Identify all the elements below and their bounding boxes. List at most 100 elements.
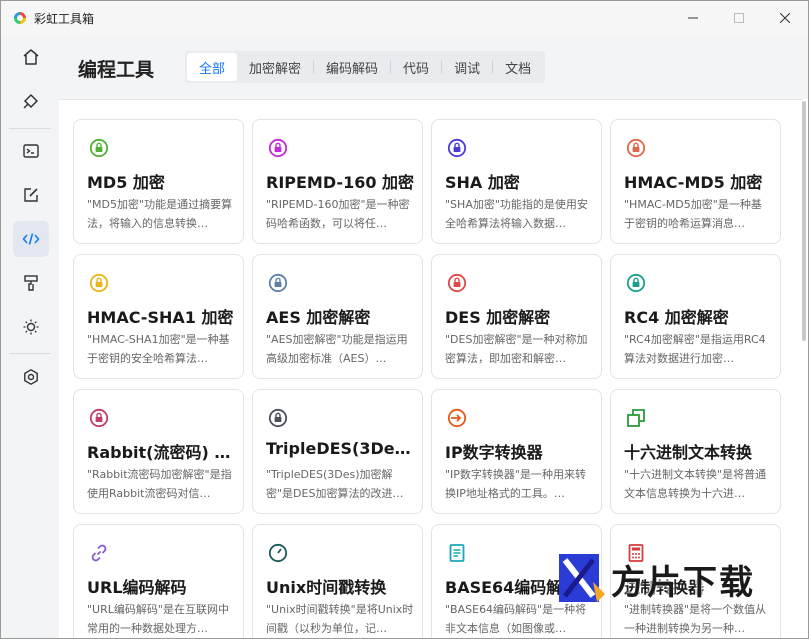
lock-icon	[89, 273, 109, 293]
tab-docs[interactable]: 文档	[493, 53, 543, 81]
card-title: RC4 加密解密	[624, 308, 729, 327]
card-title: URL编码解码	[87, 578, 187, 597]
sun-icon	[23, 319, 39, 335]
card-title: IP数字转换器	[445, 443, 543, 462]
maximize-button[interactable]	[716, 1, 762, 35]
card-description: "RC4加密解密"是指运用RC4算法对数据进行加密…	[624, 333, 766, 365]
minimize-button[interactable]	[670, 1, 716, 35]
page-title: 编程工具	[78, 59, 155, 81]
card-icon-wrap	[446, 137, 468, 159]
sidebar-item-bucket[interactable]	[13, 83, 49, 119]
edit-icon	[24, 188, 38, 202]
card-icon-wrap	[446, 407, 468, 429]
card-description: "Unix时间戳转换"是将Unix时间戳（以秒为单位，记…	[266, 603, 414, 635]
tab-encrypt-decrypt[interactable]: 加密解密	[237, 53, 313, 81]
app-logo-icon	[14, 12, 26, 24]
card-title: HMAC-SHA1 加密	[87, 308, 234, 327]
card-description: "SHA加密"功能指的是使用安全哈希算法将输入数据…	[445, 198, 588, 230]
sidebar-item-home[interactable]	[13, 39, 49, 75]
minimize-icon	[688, 17, 698, 19]
card-title: SHA 加密	[445, 173, 520, 192]
card-description: "DES加密解密"是一种对称加密算法，即加密和解密…	[445, 333, 588, 365]
card-title: DES 加密解密	[445, 308, 551, 327]
sidebar-item-settings[interactable]	[13, 359, 49, 395]
tool-card[interactable]: Rabbit(流密码) … "Rabbit流密码加密解密"是指使用Rabbit流密…	[73, 389, 244, 514]
paint-roller-icon	[24, 275, 38, 291]
card-title: Rabbit(流密码) …	[87, 443, 231, 462]
tab-code[interactable]: 代码	[391, 53, 441, 81]
card-description: "IP数字转换器"是一种用来转换IP地址格式的工具。…	[445, 468, 586, 500]
tool-card[interactable]: HMAC-SHA1 加密 "HMAC-SHA1加密"是一种基于密钥的安全哈希算法…	[73, 254, 244, 379]
sidebar-item-code[interactable]	[13, 221, 49, 257]
document-icon	[449, 544, 465, 562]
card-description: "MD5加密"功能是通过摘要算法，将输入的信息转换…	[87, 198, 233, 230]
card-title: AES 加密解密	[266, 308, 371, 327]
card-icon-wrap	[446, 542, 468, 564]
card-icon-wrap	[446, 272, 468, 294]
window-controls	[670, 1, 808, 35]
card-icon-wrap	[267, 137, 289, 159]
title-bar: 彩虹工具箱	[1, 1, 808, 35]
tool-card[interactable]: DES 加密解密 "DES加密解密"是一种对称加密算法，即加密和解密…	[431, 254, 602, 379]
sidebar-divider	[9, 353, 51, 354]
tool-card[interactable]: HMAC-MD5 加密 "HMAC-MD5加密"是一种基于密钥的哈希运算消息…	[610, 119, 781, 244]
card-icon-wrap	[267, 272, 289, 294]
lock-icon	[447, 273, 467, 293]
card-icon-wrap	[625, 137, 647, 159]
card-title: TripleDES(3Des)…	[266, 439, 416, 458]
tool-card[interactable]: IP数字转换器 "IP数字转换器"是一种用来转换IP地址格式的工具。…	[431, 389, 602, 514]
terminal-icon	[23, 144, 39, 158]
sidebar-item-theme[interactable]	[13, 309, 49, 345]
sidebar-divider	[9, 128, 51, 129]
link-icon	[91, 544, 107, 562]
copy-icon	[627, 409, 645, 427]
tool-card[interactable]: MD5 加密 "MD5加密"功能是通过摘要算法，将输入的信息转换…	[73, 119, 244, 244]
close-icon	[780, 13, 790, 23]
bucket-icon	[23, 93, 39, 109]
tool-card[interactable]: TripleDES(3Des)… "TripleDES(3Des)加密解密"是DE…	[252, 389, 423, 514]
sidebar-item-terminal[interactable]	[13, 133, 49, 169]
card-title: HMAC-MD5 加密	[624, 173, 763, 192]
tab-debug[interactable]: 调试	[442, 53, 492, 81]
lock-icon	[89, 138, 109, 158]
card-description: "TripleDES(3Des)加密解密"是DES加密算法的改进…	[266, 468, 404, 500]
tool-card[interactable]: RIPEMD-160 加密 "RIPEMD-160加密"是一种密码哈希函数，可以将…	[252, 119, 423, 244]
tool-card[interactable]: SHA 加密 "SHA加密"功能指的是使用安全哈希算法将输入数据…	[431, 119, 602, 244]
page-header: 编程工具 全部 加密解密 编码解码 代码 调试 文档	[59, 35, 808, 99]
card-icon-wrap	[625, 272, 647, 294]
vertical-scrollbar[interactable]	[802, 101, 806, 341]
tool-card[interactable]: URL编码解码 "URL编码解码"是在互联网中常用的一种数据处理方…	[73, 524, 244, 638]
clock-icon	[268, 543, 288, 563]
card-icon-wrap	[88, 407, 110, 429]
lock-icon	[626, 273, 646, 293]
card-title: RIPEMD-160 加密	[266, 173, 415, 192]
card-description: "RIPEMD-160加密"是一种密码哈希函数，可以将任…	[266, 198, 410, 230]
tool-card[interactable]: RC4 加密解密 "RC4加密解密"是指运用RC4算法对数据进行加密…	[610, 254, 781, 379]
lock-icon	[447, 138, 467, 158]
login-icon	[447, 408, 467, 428]
card-description: "AES加密解密"功能是指运用高级加密标准（AES）…	[266, 333, 408, 365]
lock-icon	[626, 138, 646, 158]
tool-card[interactable]: 十六进制文本转换 "十六进制文本转换"是将普通文本信息转换为十六进…	[610, 389, 781, 514]
sidebar-item-paint[interactable]	[13, 265, 49, 301]
card-description: "HMAC-SHA1加密"是一种基于密钥的安全哈希算法…	[87, 333, 230, 365]
lock-icon	[268, 138, 288, 158]
home-icon	[23, 49, 39, 65]
lock-icon	[268, 273, 288, 293]
watermark-text: 方片下载	[611, 562, 755, 603]
sidebar-item-edit[interactable]	[13, 177, 49, 213]
card-icon-wrap	[88, 542, 110, 564]
tool-card[interactable]: AES 加密解密 "AES加密解密"功能是指运用高级加密标准（AES）…	[252, 254, 423, 379]
card-icon-wrap	[625, 407, 647, 429]
tab-all[interactable]: 全部	[187, 53, 238, 81]
code-icon	[22, 233, 40, 245]
tab-encode-decode[interactable]: 编码解码	[314, 53, 390, 81]
maximize-icon	[734, 13, 744, 23]
window-title: 彩虹工具箱	[34, 11, 95, 26]
card-title: MD5 加密	[87, 173, 165, 192]
card-description: "URL编码解码"是在互联网中常用的一种数据处理方…	[87, 603, 229, 635]
card-icon-wrap	[88, 272, 110, 294]
tool-card[interactable]: Unix时间戳转换 "Unix时间戳转换"是将Unix时间戳（以秒为单位，记…	[252, 524, 423, 638]
close-button[interactable]	[762, 1, 808, 35]
app-window: 彩虹工具箱 编程工具 全部 加密解密 编码解码 代码 调试 文档 MD5 加密 …	[0, 0, 809, 639]
